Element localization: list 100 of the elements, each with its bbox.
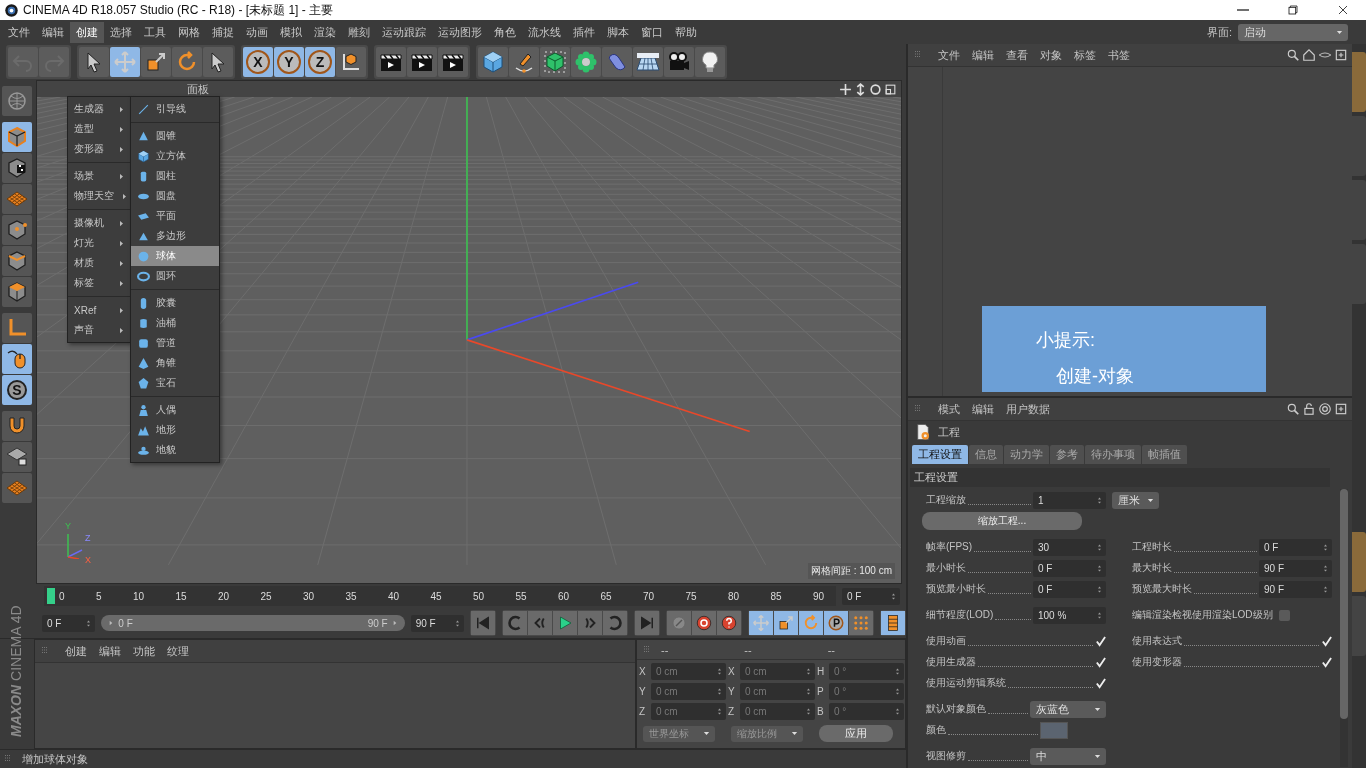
help-button[interactable] — [717, 611, 741, 635]
bent-shape-button[interactable] — [602, 47, 632, 77]
light-bulb-button[interactable] — [695, 47, 725, 77]
panel-menu-item[interactable]: 对象 — [1040, 47, 1062, 63]
panel-menu-item[interactable]: 书签 — [1108, 47, 1130, 63]
menu-item[interactable]: 材质 — [68, 253, 130, 273]
tool-button[interactable] — [2, 442, 32, 472]
film-strip-button[interactable] — [881, 611, 905, 635]
menu-item[interactable]: 角锥 — [131, 353, 219, 373]
panel-menu-item[interactable]: 文件 — [938, 47, 960, 63]
menu-item[interactable]: 网格 — [172, 21, 206, 43]
panel-menu-item[interactable]: 用户数据 — [1006, 401, 1050, 417]
menu-item[interactable]: 圆盘 — [131, 186, 219, 206]
checkbox[interactable] — [1095, 656, 1106, 668]
menu-item[interactable]: 插件 — [567, 21, 601, 43]
scale-button[interactable] — [774, 611, 798, 635]
menu-item[interactable]: 胶囊 — [131, 293, 219, 313]
camera-button[interactable] — [664, 47, 694, 77]
menu-item[interactable]: 造型 — [68, 119, 130, 139]
menu-item[interactable]: 运动图形 — [432, 21, 488, 43]
menu-item[interactable]: 人偶 — [131, 400, 219, 420]
tool-button[interactable] — [2, 153, 32, 183]
menu-item[interactable]: XRef — [68, 300, 130, 320]
menu-item[interactable]: 渲染 — [308, 21, 342, 43]
record-button[interactable] — [692, 611, 716, 635]
home-icon[interactable] — [1302, 48, 1316, 62]
menu-item[interactable]: 摄像机 — [68, 213, 130, 233]
next-key-button[interactable] — [603, 611, 627, 635]
number-field[interactable]: 0 F — [1033, 559, 1106, 577]
menu-item[interactable]: 动画 — [240, 21, 274, 43]
floor-button[interactable] — [633, 47, 663, 77]
menu-item[interactable]: 流水线 — [522, 21, 567, 43]
panel-menu-item[interactable]: 标签 — [1074, 47, 1096, 63]
axis-lock-button[interactable]: Y — [274, 47, 304, 77]
pointer-button[interactable] — [203, 47, 233, 77]
cube-button[interactable] — [478, 47, 508, 77]
menu-item[interactable]: 声音 — [68, 320, 130, 340]
tab[interactable]: 工程设置 — [912, 445, 968, 464]
number-field[interactable]: 0 F — [42, 614, 96, 632]
menu-item[interactable]: 文件 — [2, 21, 36, 43]
checkbox[interactable] — [1095, 635, 1106, 647]
menu-item[interactable]: 立方体 — [131, 146, 219, 166]
menu-item[interactable]: 多边形 — [131, 226, 219, 246]
menu-item[interactable]: 油桶 — [131, 313, 219, 333]
menu-item[interactable]: 变形器 — [68, 139, 130, 159]
panel-menu-item[interactable]: 纹理 — [167, 643, 189, 659]
number-field[interactable]: 0 F — [1033, 580, 1106, 598]
menu-item[interactable]: 运动跟踪 — [376, 21, 432, 43]
previous-frame-button[interactable] — [528, 611, 552, 635]
go-to-start-button[interactable] — [471, 611, 495, 635]
axis-lock-button[interactable]: X — [243, 47, 273, 77]
clapperboard-button[interactable] — [407, 47, 437, 77]
flower-button[interactable] — [571, 47, 601, 77]
clapperboard-button[interactable] — [438, 47, 468, 77]
menu-item[interactable]: 圆柱 — [131, 166, 219, 186]
menu-item[interactable]: 物理天空 — [68, 186, 130, 206]
panel-menu-item[interactable]: 创建 — [65, 643, 87, 659]
panel-menu-item[interactable]: 编辑 — [972, 47, 994, 63]
panel-menu-item[interactable]: 查看 — [1006, 47, 1028, 63]
coordinate-system-button[interactable] — [336, 47, 366, 77]
previous-key-button[interactable] — [503, 611, 527, 635]
panel-menu-item[interactable]: 编辑 — [99, 643, 121, 659]
number-field[interactable]: 100 % — [1033, 606, 1106, 624]
number-field[interactable]: 30 — [1033, 538, 1106, 556]
menu-item[interactable]: 生成器 — [68, 99, 130, 119]
menu-item[interactable]: 编辑 — [36, 21, 70, 43]
menu-item[interactable]: 窗口 — [635, 21, 669, 43]
new-panel-icon[interactable] — [1334, 48, 1348, 62]
menu-item[interactable]: 灯光 — [68, 233, 130, 253]
apply-button[interactable]: 应用 — [819, 725, 893, 742]
checkbox[interactable] — [1095, 677, 1106, 689]
maximize-icon[interactable] — [884, 82, 897, 96]
clapperboard-button[interactable] — [376, 47, 406, 77]
menu-item[interactable]: 宝石 — [131, 373, 219, 393]
tool-button[interactable] — [2, 411, 32, 441]
menu-item[interactable]: 脚本 — [601, 21, 635, 43]
pointer-button[interactable] — [79, 47, 109, 77]
pen-button[interactable] — [509, 47, 539, 77]
unit-dropdown[interactable]: 厘米 — [1112, 491, 1159, 509]
menu-item[interactable]: 圆锥 — [131, 126, 219, 146]
panel-menu-item[interactable]: 编辑 — [972, 401, 994, 417]
axis-lock-button[interactable]: Z — [305, 47, 335, 77]
menu-item[interactable]: 地貌 — [131, 440, 219, 460]
dots-grid-button[interactable] — [849, 611, 873, 635]
scale-project-button[interactable]: 缩放工程... — [922, 512, 1082, 530]
menu-item[interactable]: 模拟 — [274, 21, 308, 43]
tool-button[interactable] — [2, 215, 32, 245]
menu-item[interactable]: 工具 — [138, 21, 172, 43]
tab[interactable]: 参考 — [1050, 445, 1084, 464]
menu-item[interactable]: 管道 — [131, 333, 219, 353]
tab[interactable]: 动力学 — [1004, 445, 1049, 464]
number-field[interactable]: 0 F — [1259, 538, 1332, 556]
number-field[interactable]: 90 F — [1259, 559, 1332, 577]
up-down-arrow-icon[interactable] — [854, 82, 867, 96]
menu-item[interactable]: 捕捉 — [206, 21, 240, 43]
clipping-dropdown[interactable]: 中 — [1030, 747, 1106, 765]
tab[interactable]: 待办事项 — [1085, 445, 1141, 464]
move-icon[interactable] — [839, 82, 852, 96]
target-icon[interactable] — [1318, 402, 1332, 416]
tab[interactable]: 信息 — [969, 445, 1003, 464]
